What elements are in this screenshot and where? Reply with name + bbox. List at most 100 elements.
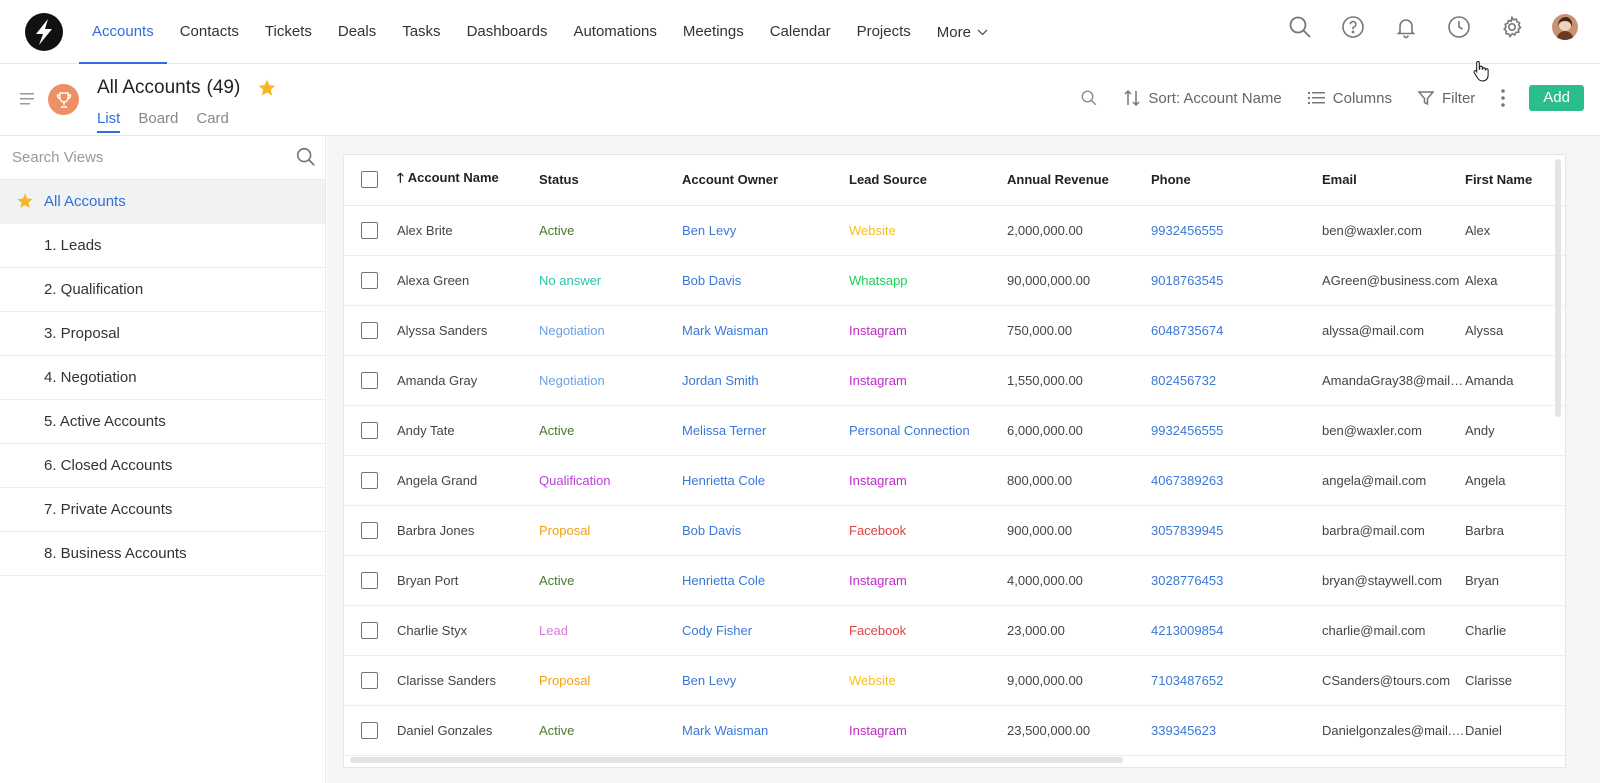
chevron-down-icon bbox=[977, 0, 988, 63]
nav-link-contacts[interactable]: Contacts bbox=[167, 0, 252, 64]
sidebar-view-6-closed-accounts[interactable]: 6. Closed Accounts bbox=[0, 444, 325, 488]
gear-icon[interactable] bbox=[1499, 14, 1525, 40]
cell-account-owner[interactable]: Bob Davis bbox=[682, 255, 849, 306]
column-header-status[interactable]: Status bbox=[539, 155, 682, 206]
cell-phone[interactable]: 3028776453 bbox=[1151, 555, 1322, 606]
cell-account-owner[interactable]: Bob Davis bbox=[682, 505, 849, 556]
nav-link-tickets[interactable]: Tickets bbox=[252, 0, 325, 64]
horizontal-scrollbar[interactable] bbox=[350, 757, 1123, 763]
row-checkbox[interactable] bbox=[361, 621, 378, 639]
favorite-star-icon[interactable] bbox=[257, 78, 277, 98]
row-checkbox[interactable] bbox=[361, 221, 378, 239]
table-row[interactable]: Angela Grand Qualification Henrietta Cole I… bbox=[344, 455, 1565, 506]
row-checkbox[interactable] bbox=[361, 471, 378, 489]
select-all-checkbox[interactable] bbox=[361, 171, 378, 189]
row-checkbox[interactable] bbox=[361, 271, 378, 289]
cell-account-owner[interactable]: Mark Waisman bbox=[682, 705, 849, 756]
row-checkbox[interactable] bbox=[361, 521, 378, 539]
row-checkbox[interactable] bbox=[361, 421, 378, 439]
sidebar-view-7-private-accounts[interactable]: 7. Private Accounts bbox=[0, 488, 325, 532]
column-header-phone[interactable]: Phone bbox=[1151, 155, 1322, 206]
nav-link-calendar[interactable]: Calendar bbox=[757, 0, 844, 64]
columns-button[interactable]: Columns bbox=[1307, 90, 1392, 107]
cell-first-name: Alex bbox=[1465, 205, 1565, 256]
search-views-input[interactable] bbox=[12, 136, 272, 178]
table-row[interactable]: Andy Tate Active Melissa Terner Personal Co… bbox=[344, 405, 1565, 456]
nav-link-deals[interactable]: Deals bbox=[325, 0, 389, 64]
cell-account-owner[interactable]: Henrietta Cole bbox=[682, 455, 849, 506]
column-header-lead-source[interactable]: Lead Source bbox=[849, 155, 1007, 206]
nav-link-tasks[interactable]: Tasks bbox=[389, 0, 453, 64]
table-row[interactable]: Alexa Green No answer Bob Davis Whatsapp 90,… bbox=[344, 255, 1565, 306]
sidebar-view-8-business-accounts[interactable]: 8. Business Accounts bbox=[0, 532, 325, 576]
add-button[interactable]: Add bbox=[1529, 85, 1584, 111]
cell-phone[interactable]: 6048735674 bbox=[1151, 305, 1322, 356]
menu-toggle-icon[interactable] bbox=[20, 92, 36, 106]
cell-account-owner[interactable]: Jordan Smith bbox=[682, 355, 849, 406]
tab-list[interactable]: List bbox=[97, 110, 121, 133]
cell-account-owner[interactable]: Ben Levy bbox=[682, 205, 849, 256]
column-header-annual-revenue[interactable]: Annual Revenue bbox=[1007, 155, 1151, 206]
bell-icon[interactable] bbox=[1393, 14, 1419, 40]
row-checkbox[interactable] bbox=[361, 321, 378, 339]
row-checkbox[interactable] bbox=[361, 671, 378, 689]
table-row[interactable]: Clarisse Sanders Proposal Ben Levy Website 9… bbox=[344, 655, 1565, 706]
table-row[interactable]: Charlie Styx Lead Cody Fisher Facebook 23,00… bbox=[344, 605, 1565, 656]
column-header-account-owner[interactable]: Account Owner bbox=[682, 155, 849, 206]
cell-phone[interactable]: 4067389263 bbox=[1151, 455, 1322, 506]
help-icon[interactable] bbox=[1340, 14, 1366, 40]
filter-button[interactable]: Filter bbox=[1417, 90, 1475, 107]
app-logo-icon[interactable] bbox=[24, 12, 64, 52]
nav-link-accounts[interactable]: Accounts bbox=[79, 0, 167, 64]
column-header-email[interactable]: Email bbox=[1322, 155, 1465, 206]
cell-phone[interactable]: 9018763545 bbox=[1151, 255, 1322, 306]
cell-status: Active bbox=[539, 705, 682, 756]
column-header-account-name[interactable]: 🡑 Account Name bbox=[397, 155, 539, 206]
list-search-button[interactable] bbox=[1080, 89, 1098, 107]
cell-account-owner[interactable]: Cody Fisher bbox=[682, 605, 849, 656]
cell-status: Proposal bbox=[539, 505, 682, 556]
row-checkbox[interactable] bbox=[361, 571, 378, 589]
cell-phone[interactable]: 9932456555 bbox=[1151, 205, 1322, 256]
row-checkbox[interactable] bbox=[361, 371, 378, 389]
cell-phone[interactable]: 802456732 bbox=[1151, 355, 1322, 406]
column-header-first-name[interactable]: First Name bbox=[1465, 155, 1565, 206]
nav-link-projects[interactable]: Projects bbox=[844, 0, 924, 64]
search-icon[interactable] bbox=[295, 146, 317, 168]
tab-board[interactable]: Board bbox=[138, 110, 178, 133]
table-row[interactable]: Daniel Gonzales Active Mark Waisman Instagr… bbox=[344, 705, 1565, 756]
cell-account-owner[interactable]: Henrietta Cole bbox=[682, 555, 849, 606]
nav-link-dashboards[interactable]: Dashboards bbox=[454, 0, 561, 64]
cell-phone[interactable]: 339345623 bbox=[1151, 705, 1322, 756]
nav-link-automations[interactable]: Automations bbox=[560, 0, 669, 64]
vertical-scrollbar[interactable] bbox=[1555, 159, 1561, 417]
table-row[interactable]: Barbra Jones Proposal Bob Davis Facebook 900… bbox=[344, 505, 1565, 556]
cell-phone[interactable]: 3057839945 bbox=[1151, 505, 1322, 556]
table-row[interactable]: Alex Brite Active Ben Levy Website 2,000,000… bbox=[344, 205, 1565, 256]
clock-icon[interactable] bbox=[1446, 14, 1472, 40]
cell-account-owner[interactable]: Mark Waisman bbox=[682, 305, 849, 356]
cell-first-name: Daniel bbox=[1465, 705, 1565, 756]
table-row[interactable]: Amanda Gray Negotiation Jordan Smith Instag… bbox=[344, 355, 1565, 406]
cell-account-owner[interactable]: Ben Levy bbox=[682, 655, 849, 706]
sidebar-view-1-leads[interactable]: 1. Leads bbox=[0, 224, 325, 268]
cell-account-owner[interactable]: Melissa Terner bbox=[682, 405, 849, 456]
table-row[interactable]: Alyssa Sanders Negotiation Mark Waisman Ins… bbox=[344, 305, 1565, 356]
cell-phone[interactable]: 9932456555 bbox=[1151, 405, 1322, 456]
sidebar-view-4-negotiation[interactable]: 4. Negotiation bbox=[0, 356, 325, 400]
sidebar-view-2-qualification[interactable]: 2. Qualification bbox=[0, 268, 325, 312]
sidebar-view-3-proposal[interactable]: 3. Proposal bbox=[0, 312, 325, 356]
cell-phone[interactable]: 4213009854 bbox=[1151, 605, 1322, 656]
sidebar-view-5-active-accounts[interactable]: 5. Active Accounts bbox=[0, 400, 325, 444]
sidebar-view-all-accounts[interactable]: All Accounts bbox=[0, 180, 325, 224]
row-checkbox[interactable] bbox=[361, 721, 378, 739]
nav-link-meetings[interactable]: Meetings bbox=[670, 0, 757, 64]
cell-phone[interactable]: 7103487652 bbox=[1151, 655, 1322, 706]
more-options-button[interactable] bbox=[1501, 89, 1506, 107]
table-row[interactable]: Bryan Port Active Henrietta Cole Instagram 4… bbox=[344, 555, 1565, 606]
nav-link-more[interactable]: More bbox=[924, 0, 1001, 64]
user-avatar[interactable] bbox=[1552, 14, 1578, 40]
tab-card[interactable]: Card bbox=[196, 110, 229, 133]
sort-button[interactable]: Sort: Account Name bbox=[1124, 89, 1282, 107]
search-icon[interactable] bbox=[1287, 14, 1313, 40]
